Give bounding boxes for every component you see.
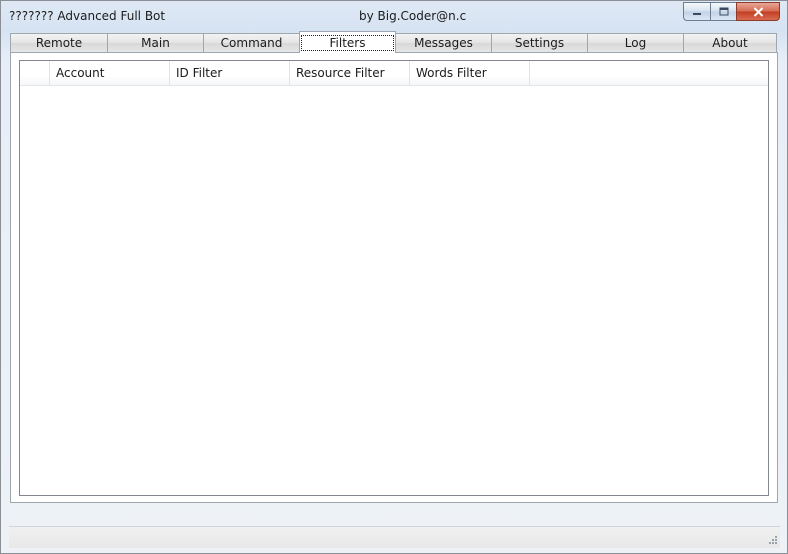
window-title: ??????? Advanced Full Bot [9,9,166,23]
status-bar [9,526,780,548]
column-header-account[interactable]: Account [50,61,170,85]
minimize-icon [693,12,701,15]
column-header-words-filter[interactable]: Words Filter [410,61,530,85]
filters-list-view[interactable]: Account ID Filter Resource Filter Words … [19,60,769,496]
resize-grip-icon[interactable] [766,533,778,545]
tab-label: Filters [300,34,395,51]
app-window: ??????? Advanced Full Bot by Big.Coder@n… [0,0,788,554]
close-icon [753,6,763,17]
tab-about[interactable]: About [683,33,777,53]
tab-settings[interactable]: Settings [491,33,587,53]
tab-label: Command [220,36,283,50]
column-header-resource-filter[interactable]: Resource Filter [290,61,410,85]
column-label: Account [56,66,105,80]
filters-tab-panel: Account ID Filter Resource Filter Words … [10,52,778,503]
maximize-icon [719,7,728,16]
tab-command[interactable]: Command [203,33,299,53]
tab-label: Settings [514,36,565,50]
tab-label: About [712,36,748,50]
column-header-select[interactable] [20,61,50,85]
tab-main[interactable]: Main [107,33,203,53]
column-label: Words Filter [416,66,487,80]
minimize-button[interactable] [683,2,710,21]
close-button[interactable] [736,2,780,21]
list-header: Account ID Filter Resource Filter Words … [20,61,768,86]
tab-strip: Remote Main Command Filters Messages Set… [10,31,777,53]
caption-buttons [683,2,780,21]
tab-label: Messages [414,36,473,50]
tab-label: Main [141,36,170,50]
tab-messages[interactable]: Messages [395,33,491,53]
column-label: Resource Filter [296,66,385,80]
tab-label: Log [624,36,647,50]
tab-filters[interactable]: Filters [299,31,396,53]
column-header-id-filter[interactable]: ID Filter [170,61,290,85]
column-label: ID Filter [176,66,223,80]
tab-label: Remote [35,36,83,50]
title-bar[interactable]: ??????? Advanced Full Bot by Big.Coder@n… [1,1,787,31]
window-subtitle: by Big.Coder@n.c [359,9,467,23]
tab-log[interactable]: Log [587,33,683,53]
tab-remote[interactable]: Remote [10,33,107,53]
maximize-button[interactable] [710,2,736,21]
